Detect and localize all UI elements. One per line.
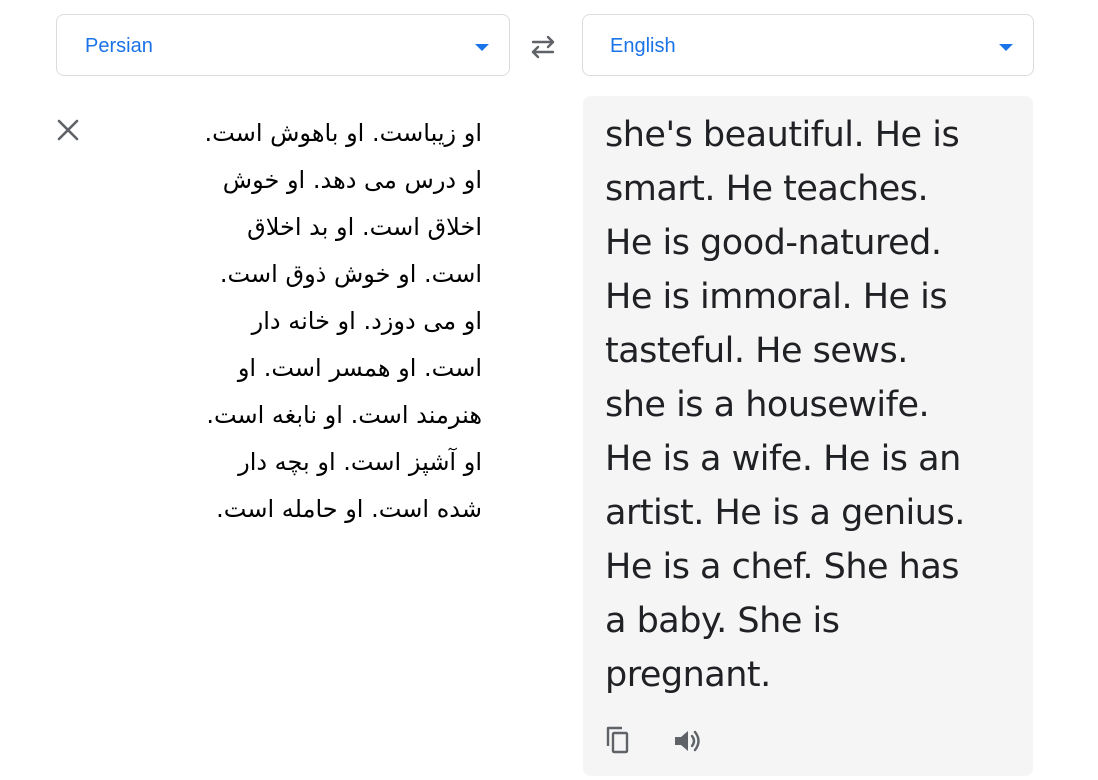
close-icon: [57, 119, 79, 141]
chevron-down-icon: [475, 44, 489, 51]
speaker-icon: [675, 730, 700, 752]
target-language-label: English: [610, 35, 676, 57]
source-text-input[interactable]: او زیباست. او باهوش است. او درس می دهد. …: [150, 110, 482, 533]
swap-languages-icon: [531, 35, 555, 59]
target-language-select[interactable]: English: [582, 14, 1034, 76]
clear-source-button[interactable]: [54, 116, 82, 144]
copy-translation-button[interactable]: [603, 724, 633, 756]
source-language-select[interactable]: Persian: [56, 14, 510, 76]
translation-output: she's beautiful. He is smart. He teaches…: [605, 115, 965, 695]
chevron-down-icon: [999, 44, 1013, 51]
translate-page: Persian English او زیباست. او باهوش است.…: [0, 0, 1098, 780]
source-language-label: Persian: [85, 35, 153, 57]
swap-languages-button[interactable]: [526, 30, 560, 64]
copy-icon: [606, 726, 629, 754]
listen-button[interactable]: [671, 726, 703, 756]
translation-panel: she's beautiful. He is smart. He teaches…: [583, 96, 1033, 776]
